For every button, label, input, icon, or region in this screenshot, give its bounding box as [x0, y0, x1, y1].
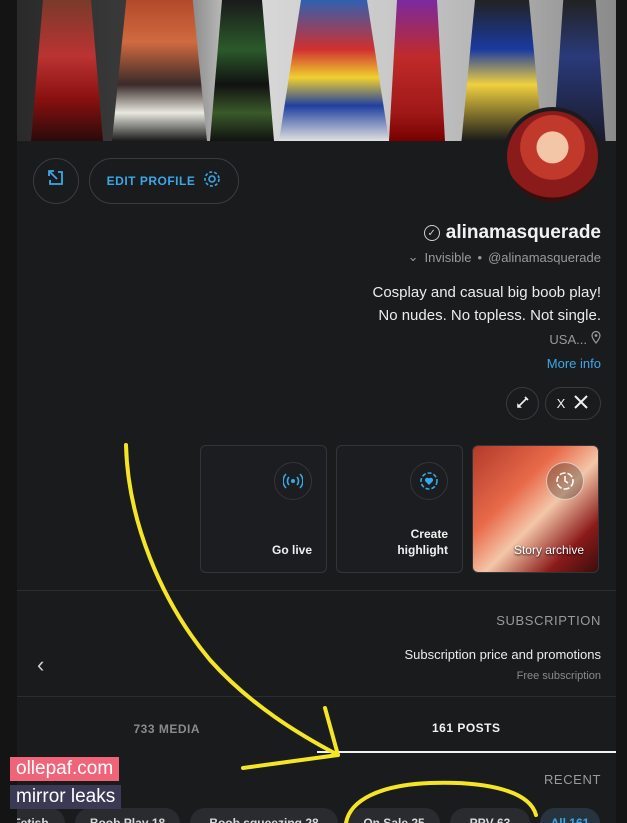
profile-location: USA... [549, 330, 601, 347]
story-archive-label: Story archive [514, 542, 584, 558]
card-label-line: highlight [397, 543, 448, 557]
story-archive-card[interactable]: Story archive [472, 445, 599, 573]
separator: • [477, 249, 483, 265]
chip-all[interactable]: All 161 [540, 808, 600, 823]
verified-icon: ✓ [423, 225, 440, 241]
pin-icon [591, 330, 601, 347]
bio-line: No nudes. No topless. Not single. [378, 307, 601, 324]
avatar[interactable] [503, 107, 602, 206]
banner-figure [279, 0, 389, 141]
card-label-line: Go live [271, 543, 312, 557]
go-live-label: Go live [272, 542, 312, 558]
banner-figure [389, 0, 445, 141]
filter-chips: Fetish Boob Play 18 Boob squeezing 28 On… [17, 808, 616, 823]
card-label-line: Create [410, 527, 448, 541]
watermark-tagline: mirror leaks [10, 785, 122, 809]
subscription-title[interactable]: Subscription price and promotions [404, 647, 601, 662]
status-text[interactable]: Invisible [425, 250, 472, 265]
x-logo-icon [573, 394, 589, 413]
avatar-image [507, 111, 598, 202]
social-x-button[interactable]: X [545, 387, 601, 420]
banner-figure [31, 0, 103, 141]
profile-handle: @alinamasquerade [488, 249, 601, 265]
clock-icon [546, 462, 584, 500]
share-button[interactable] [33, 158, 79, 204]
profile-handle-row: ⌄ Invisible • @alinamasquerade [408, 249, 601, 265]
bio-line: Cosplay and casual big boob play! [372, 284, 602, 301]
location-text: USA... [549, 331, 587, 347]
chip-boob-play[interactable]: Boob Play 18 [75, 808, 180, 823]
card-label-line: Story archive [513, 543, 584, 557]
tab-posts[interactable]: 161 POSTS [316, 705, 616, 753]
go-live-card[interactable]: Go live [200, 445, 327, 573]
profile-name-row: ✓ alinamasquerade [423, 222, 601, 244]
chevron-left-icon[interactable]: ‹ [37, 652, 44, 678]
chip-boob-squeezing[interactable]: Boob squeezing 28 [190, 808, 338, 823]
create-highlight-label: Create highlight [397, 526, 448, 558]
content-tabs: 733 MEDIA 161 POSTS [17, 705, 616, 753]
edit-social-button[interactable] [506, 387, 539, 420]
recent-heading: RECENT [543, 772, 601, 787]
divider [17, 696, 616, 697]
watermark-site: ollepaf.com [10, 757, 120, 781]
banner-figure [112, 0, 207, 141]
chevron-down-icon[interactable]: ⌄ [408, 249, 419, 265]
subscription-subtitle: Free subscription [516, 670, 601, 682]
banner-figure [210, 0, 274, 141]
subscription-heading: SUBSCRIPTION [496, 613, 601, 628]
broadcast-icon [274, 462, 312, 500]
more-info-link[interactable]: More info [547, 356, 601, 371]
edit-profile-button[interactable]: EDIT PROFILE [89, 158, 239, 204]
create-highlight-card[interactable]: Create highlight [336, 445, 463, 573]
pencil-icon [516, 395, 530, 412]
chip-on-sale[interactable]: On Sale 25 [348, 808, 440, 823]
profile-name: alinamasquerade [445, 222, 601, 243]
share-icon [46, 168, 66, 194]
tab-media[interactable]: 733 MEDIA [17, 705, 317, 753]
profile-page: EDIT PROFILE ✓ alinamasquerade ⌄ Invisib… [17, 0, 616, 823]
edit-profile-label: EDIT PROFILE [106, 174, 196, 188]
chip-fetish[interactable]: Fetish [17, 808, 65, 823]
profile-bio: Cosplay and casual big boob play! No nud… [373, 281, 602, 327]
heart-badge-icon [410, 462, 448, 500]
social-x-label: X [556, 396, 566, 411]
chip-ppv[interactable]: PPV 63 [450, 808, 530, 823]
divider [17, 590, 616, 591]
gear-icon [203, 170, 221, 193]
